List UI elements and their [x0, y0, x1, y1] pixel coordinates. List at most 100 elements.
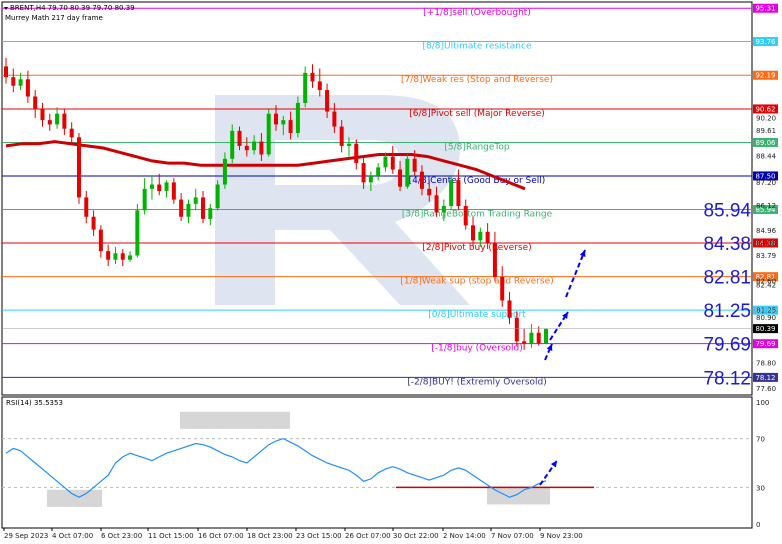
candle — [157, 173, 162, 196]
murrey-level-label: [8/8]Ultimate resistance — [423, 42, 532, 52]
murrey-level-label: [-2/8]BUY! (Extremly Oversold) — [407, 377, 547, 387]
price-tag-text: 90.62 — [755, 105, 775, 113]
trading-chart: [+1/8]sell (Overbought) 95.31 [8/8]Ultimat… — [1, 1, 778, 540]
candle — [84, 190, 89, 224]
time-axis-label: 18 Oct 23:00 — [247, 532, 293, 540]
time-axis-label: 6 Oct 23:00 — [101, 532, 142, 540]
candle — [98, 225, 103, 258]
candle — [463, 199, 468, 230]
symbol-header: BRENT,H4 79.70 80.39 79.70 80.39 — [10, 4, 135, 12]
candle — [492, 231, 497, 282]
time-axis-label: 7 Nov 07:00 — [491, 532, 534, 540]
rsi-title: RSI(14) 35.5353 — [6, 399, 63, 407]
candle — [376, 163, 381, 181]
candle — [164, 180, 169, 198]
forecast-arrow-icon — [549, 311, 569, 341]
candle — [128, 251, 133, 262]
forecast-level-label: 84.38 — [703, 234, 751, 255]
candle — [179, 193, 184, 222]
forecast-arrow-icon — [544, 343, 553, 361]
candle — [113, 246, 118, 264]
rsi-line — [5, 437, 547, 498]
rsi-axis-tick: 30 — [756, 484, 765, 492]
price-axis-tick: 77.60 — [756, 385, 776, 393]
candle — [4, 57, 8, 84]
forecast-level-label: 85.94 — [703, 200, 751, 221]
rsi-oversold-zone — [47, 489, 102, 507]
price-axis-tick: 87.20 — [756, 179, 776, 187]
candle — [215, 180, 220, 211]
candle — [135, 203, 140, 258]
time-axis-label: 26 Oct 07:00 — [345, 532, 391, 540]
forecast-level-label: 78.12 — [703, 368, 751, 389]
candle — [120, 248, 125, 267]
candle — [55, 107, 60, 129]
candle — [76, 133, 81, 204]
rsi-axis-tick: 70 — [756, 436, 765, 444]
candle — [91, 210, 96, 237]
time-axis-label: 23 Oct 15:00 — [296, 532, 342, 540]
candle — [106, 244, 111, 267]
murrey-level-label: [2/8]Pivot buy (Reverse) — [422, 243, 531, 253]
candle — [33, 90, 38, 118]
candle — [47, 113, 52, 131]
price-tag-text: 92.19 — [755, 72, 775, 80]
candle — [142, 178, 147, 215]
price-axis-tick: 83.79 — [756, 252, 776, 260]
forecast-level-label: 82.81 — [703, 268, 751, 289]
murrey-level-label: [3/8]RangeBottom Trading Range — [402, 209, 553, 219]
candle — [69, 122, 74, 144]
candle — [310, 64, 315, 88]
price-tag-text: 78.12 — [755, 374, 775, 382]
murrey-level-label: [+1/8]sell (Overbought) — [423, 8, 531, 18]
time-axis-label: 4 Oct 07:00 — [52, 532, 93, 540]
candle — [500, 266, 505, 307]
price-axis-tick: 84.96 — [756, 227, 777, 235]
candle — [317, 68, 322, 97]
candle — [544, 328, 548, 344]
price-axis-tick: 86.12 — [756, 202, 776, 210]
forecast-arrow-icon — [565, 249, 586, 298]
indicator-header: Murrey Math 217 day frame — [5, 14, 103, 22]
price-tag-text: 93.76 — [755, 38, 776, 46]
candle — [149, 175, 154, 200]
candle — [11, 68, 16, 93]
current-price-text: 80.39 — [755, 325, 775, 333]
candle — [346, 137, 351, 157]
price-axis-tick: 80.90 — [756, 314, 776, 322]
candle — [405, 154, 410, 189]
forecast-level-label: 81.25 — [703, 301, 751, 322]
candle — [186, 199, 191, 224]
price-tag-text: 95.31 — [755, 5, 775, 13]
murrey-level-label: [1/8]Weak sup (stop and Reverse) — [400, 277, 553, 287]
candle — [354, 139, 359, 170]
murrey-level-label: [6/8]Pivot sell (Major Reverse) — [409, 109, 545, 119]
time-axis-label: 2 Nov 14:00 — [443, 532, 486, 540]
time-axis-label: 11 Oct 15:00 — [148, 532, 194, 540]
candle — [361, 156, 366, 189]
price-axis-tick: 84.38 — [756, 239, 776, 247]
candle — [449, 175, 454, 211]
candle — [40, 102, 45, 127]
candle — [303, 66, 308, 108]
price-axis-tick: 82.42 — [756, 282, 776, 290]
price-tag-text: 79.69 — [755, 340, 775, 348]
candle — [390, 145, 395, 174]
price-tag-text: 89.06 — [755, 139, 776, 147]
price-axis-tick: 88.44 — [756, 152, 777, 160]
watermark-logo — [215, 95, 470, 305]
time-axis-label: 16 Oct 07:00 — [198, 532, 244, 540]
murrey-level-label: [-1/8]buy (Oversold) — [431, 344, 522, 354]
price-axis-tick: 90.20 — [756, 114, 776, 122]
rsi-axis-tick: 0 — [756, 521, 760, 529]
price-axis-tick: 89.61 — [756, 127, 776, 135]
time-axis-label: 29 Sep 2023 — [4, 532, 48, 540]
time-axis-label: 30 Oct 22:00 — [393, 532, 439, 540]
forecast-level-label: 79.69 — [703, 335, 751, 356]
candle — [266, 109, 271, 157]
candle — [536, 326, 541, 346]
candle — [193, 188, 198, 211]
rsi-forecast-arrow-icon — [539, 459, 558, 486]
murrey-level-label: [5/8]RangeTop — [444, 142, 510, 152]
price-axis-tick: 78.80 — [756, 359, 776, 367]
